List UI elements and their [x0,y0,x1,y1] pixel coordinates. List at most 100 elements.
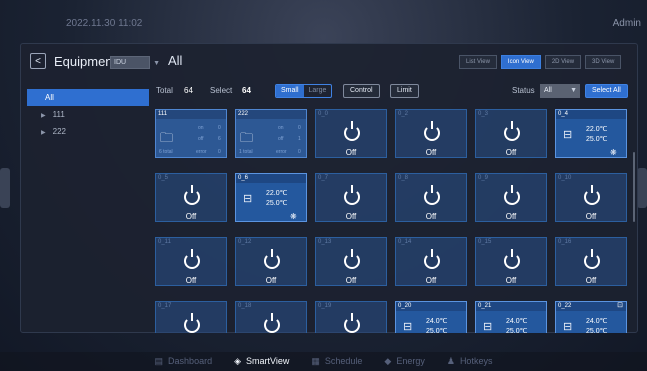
nav-hotkeys[interactable]: ♟ Hotkeys [447,352,493,371]
state-label: Off [505,276,517,285]
power-icon[interactable] [424,121,440,141]
card-name: 0_10 [558,175,572,181]
size-small-button[interactable]: Small [276,85,304,97]
nav-smartview[interactable]: ◈ SmartView [234,352,289,371]
setpoint-temp: 22.0℃ [586,126,608,133]
off-label: off [278,136,284,142]
nav-dashboard[interactable]: ▤ Dashboard [155,352,213,371]
unit-card[interactable]: 0_6 ⊟ 22.0℃ 25.0℃ ❋ [235,173,307,222]
tree-item-all[interactable]: All [27,89,149,106]
error-count: 0 [298,149,301,155]
control-button[interactable]: Control [343,84,380,98]
unit-card[interactable]: 0_14 Off [395,237,467,286]
size-large-button[interactable]: Large [304,85,332,97]
bottom-nav: ▤ Dashboard ◈ SmartView ▦ Schedule ◆ Energy … [0,352,647,371]
unit-card[interactable]: 0_17Off [155,301,227,333]
power-icon[interactable] [424,185,440,205]
unit-card[interactable]: 0_8 Off [395,173,467,222]
unit-card[interactable]: 0_18Off [235,301,307,333]
energy-icon: ◆ [384,356,392,366]
power-icon[interactable] [344,121,360,141]
unit-card[interactable]: 0_16 Off [555,237,627,286]
unit-card[interactable]: 0_15 Off [475,237,547,286]
tree-item-111[interactable]: ▶ 111 [27,106,149,123]
status-select[interactable]: All ▼ [540,84,580,98]
power-icon[interactable] [184,249,200,269]
unit-card[interactable]: 0_11 Off [155,237,227,286]
state-label: Off [585,276,597,285]
card-name: 0_0 [318,111,329,117]
chevron-down-icon: ▼ [570,87,577,94]
unit-card[interactable]: 0_5 Off [155,173,227,222]
tab-2d-view[interactable]: 2D View [544,55,582,69]
room-temp: 25.0℃ [266,200,288,207]
setpoint-temp: 24.0℃ [586,318,608,325]
power-icon[interactable] [344,313,360,333]
indoor-unit-icon: ⊟ [403,321,413,333]
back-button[interactable]: < [30,53,46,69]
on-count: 0 [298,125,301,131]
room-temp: 25.0℃ [586,328,608,333]
group-card[interactable]: 222 🗀 on 0 off 1 1 total error 0 [235,109,307,158]
unit-card[interactable]: 0_4 ⊟ 22.0℃ 25.0℃ ❋ [555,109,627,158]
power-icon[interactable] [584,249,600,269]
folder-icon: 🗀 [240,130,254,145]
card-name: 0_11 [158,239,171,245]
tree-item-222[interactable]: ▶ 222 [27,123,149,140]
unit-card[interactable]: 0_0 Off [315,109,387,158]
power-icon[interactable] [504,185,520,205]
unit-card[interactable]: 0_13 Off [315,237,387,286]
tab-list-view[interactable]: List View [459,55,497,69]
group-card[interactable]: 111 🗀 on 0 off 6 6 total error 0 [155,109,227,158]
power-icon[interactable] [424,249,440,269]
expand-arrow-icon[interactable]: ▶ [41,113,46,119]
unit-card[interactable]: 0_22⊟24.0℃25.0℃❋⊡ [555,301,627,333]
fan-icon: ❋ [610,148,617,157]
nav-schedule[interactable]: ▦ Schedule [311,352,362,371]
setpoint-temp: 24.0℃ [506,318,528,325]
unit-card[interactable]: 0_21⊟24.0℃25.0℃❋ [475,301,547,333]
left-drawer-handle[interactable] [0,168,10,208]
user-name[interactable]: Admin [613,18,641,29]
select-all-button[interactable]: Select All [585,84,628,98]
indoor-unit-icon: ⊟ [243,193,253,205]
expand-arrow-icon[interactable]: ▶ [41,130,46,136]
equipment-panel: < Equipment IDU ▼ All List View Icon View… [20,43,638,333]
power-icon[interactable] [504,249,520,269]
tab-3d-view[interactable]: 3D View [585,55,622,69]
card-name: 0_12 [238,239,252,245]
group-tree: All ▶ 111 ▶ 222 [27,89,149,140]
setpoint-temp: 24.0℃ [426,318,448,325]
unit-card[interactable]: 0_7 Off [315,173,387,222]
unit-card[interactable]: 0_9 Off [475,173,547,222]
right-drawer-handle[interactable] [637,168,647,208]
device-type-select[interactable]: IDU ▼ [110,56,160,69]
unit-card[interactable]: 0_2 Off [395,109,467,158]
folder-icon: 🗀 [160,130,174,145]
tab-icon-view[interactable]: Icon View [500,55,541,69]
lock-icon: ⊡ [617,302,623,309]
power-icon[interactable] [184,313,200,333]
state-label: Off [505,148,517,157]
unit-card[interactable]: 0_3 Off [475,109,547,158]
power-icon[interactable] [504,121,520,141]
power-icon[interactable] [184,185,200,205]
unit-card[interactable]: 0_10 Off [555,173,627,222]
group-title: All [168,53,183,68]
power-icon[interactable] [344,249,360,269]
power-icon[interactable] [264,313,280,333]
nav-energy[interactable]: ◆ Energy [384,352,424,371]
unit-card[interactable]: 0_19Off [315,301,387,333]
state-label: Off [505,212,517,221]
size-toggle: Small Large [275,84,333,98]
select-label: Select [210,86,233,95]
state-label: Off [425,148,437,157]
unit-card[interactable]: 0_12 Off [235,237,307,286]
grid-scrollbar[interactable] [633,152,635,222]
power-icon[interactable] [584,185,600,205]
card-name: 222 [236,110,306,119]
power-icon[interactable] [344,185,360,205]
power-icon[interactable] [264,249,280,269]
unit-card[interactable]: 0_20⊟24.0℃25.0℃❋ [395,301,467,333]
limit-button[interactable]: Limit [390,84,419,98]
